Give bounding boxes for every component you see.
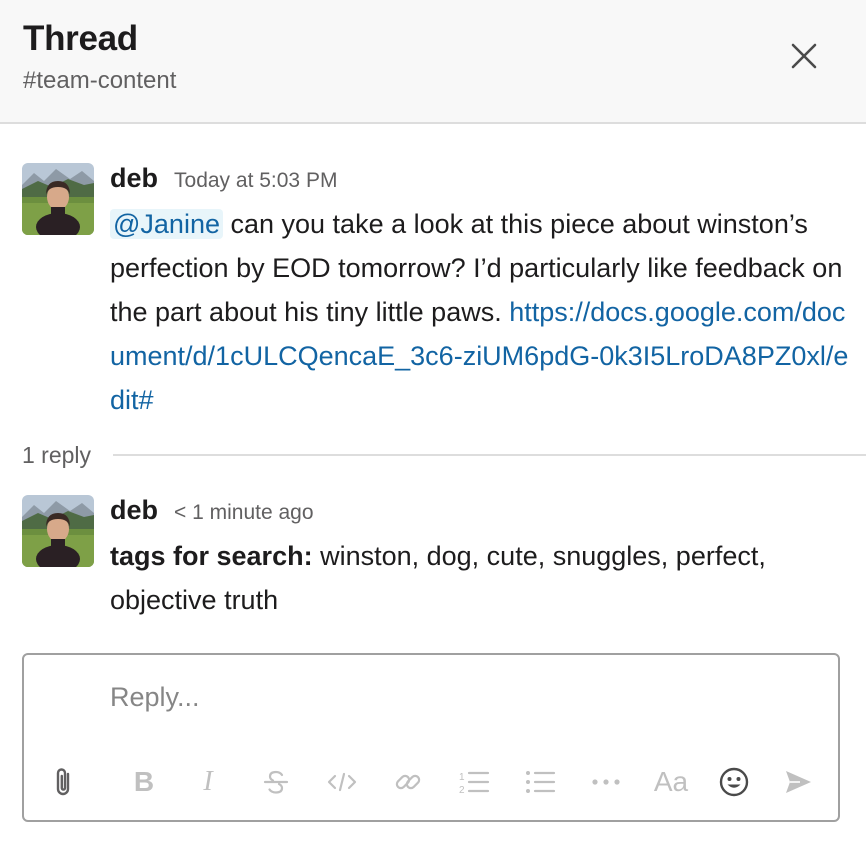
bold-icon: B	[133, 766, 155, 797]
formatting-toolbar: B I 1 2 Aa	[24, 755, 838, 809]
emoji-button[interactable]	[714, 755, 754, 809]
italic-button[interactable]: I	[188, 755, 228, 809]
thread-title: Thread	[23, 19, 138, 58]
attach-button[interactable]	[44, 755, 84, 809]
divider-line	[113, 454, 866, 456]
avatar-photo	[22, 495, 94, 567]
numbered-list-icon: 1 2	[459, 771, 490, 796]
reply-composer: B I	[22, 653, 840, 822]
reply-input[interactable]	[110, 675, 810, 719]
message-header: deb Today at 5:03 PM	[110, 163, 337, 197]
svg-text:2: 2	[459, 785, 465, 796]
message-text: @Janine can you take a look at this piec…	[110, 202, 850, 422]
thread-header: Thread #team-content	[0, 0, 866, 124]
text-style-icon: Aa	[653, 766, 689, 797]
more-button[interactable]	[586, 755, 626, 809]
author-name[interactable]: deb	[110, 163, 158, 194]
link-icon	[395, 774, 421, 790]
send-icon	[786, 771, 811, 793]
timestamp[interactable]: < 1 minute ago	[174, 501, 314, 525]
message-text: tags for search: winston, dog, cute, snu…	[110, 534, 850, 622]
code-icon	[327, 772, 357, 792]
italic-icon: I	[203, 766, 213, 797]
author-name[interactable]: deb	[110, 495, 158, 526]
text-style-button[interactable]: Aa	[648, 755, 694, 809]
emoji-icon	[719, 767, 749, 797]
link-button[interactable]	[388, 755, 428, 809]
bulleted-list-button[interactable]	[520, 755, 560, 809]
svg-text:1: 1	[459, 772, 465, 783]
close-button[interactable]	[778, 30, 830, 82]
message-header: deb < 1 minute ago	[110, 495, 314, 529]
numbered-list-button[interactable]: 1 2	[454, 755, 494, 809]
bold-button[interactable]: B	[124, 755, 164, 809]
bulleted-list-icon	[526, 771, 556, 793]
code-button[interactable]	[322, 755, 362, 809]
avatar[interactable]	[22, 495, 94, 567]
avatar[interactable]	[22, 163, 94, 235]
avatar-photo	[22, 163, 94, 235]
reply-count: 1 reply	[22, 441, 92, 468]
timestamp[interactable]: Today at 5:03 PM	[174, 169, 337, 193]
tags-label: tags for search:	[110, 541, 313, 571]
strikethrough-button[interactable]	[256, 755, 296, 809]
send-button[interactable]	[778, 755, 818, 809]
user-mention[interactable]: @Janine	[110, 209, 223, 239]
more-icon	[592, 779, 620, 785]
strikethrough-icon	[263, 770, 289, 794]
paperclip-icon	[56, 768, 70, 796]
close-icon	[791, 43, 817, 69]
channel-name[interactable]: #team-content	[23, 67, 176, 95]
reply-divider: 1 reply	[22, 438, 866, 472]
